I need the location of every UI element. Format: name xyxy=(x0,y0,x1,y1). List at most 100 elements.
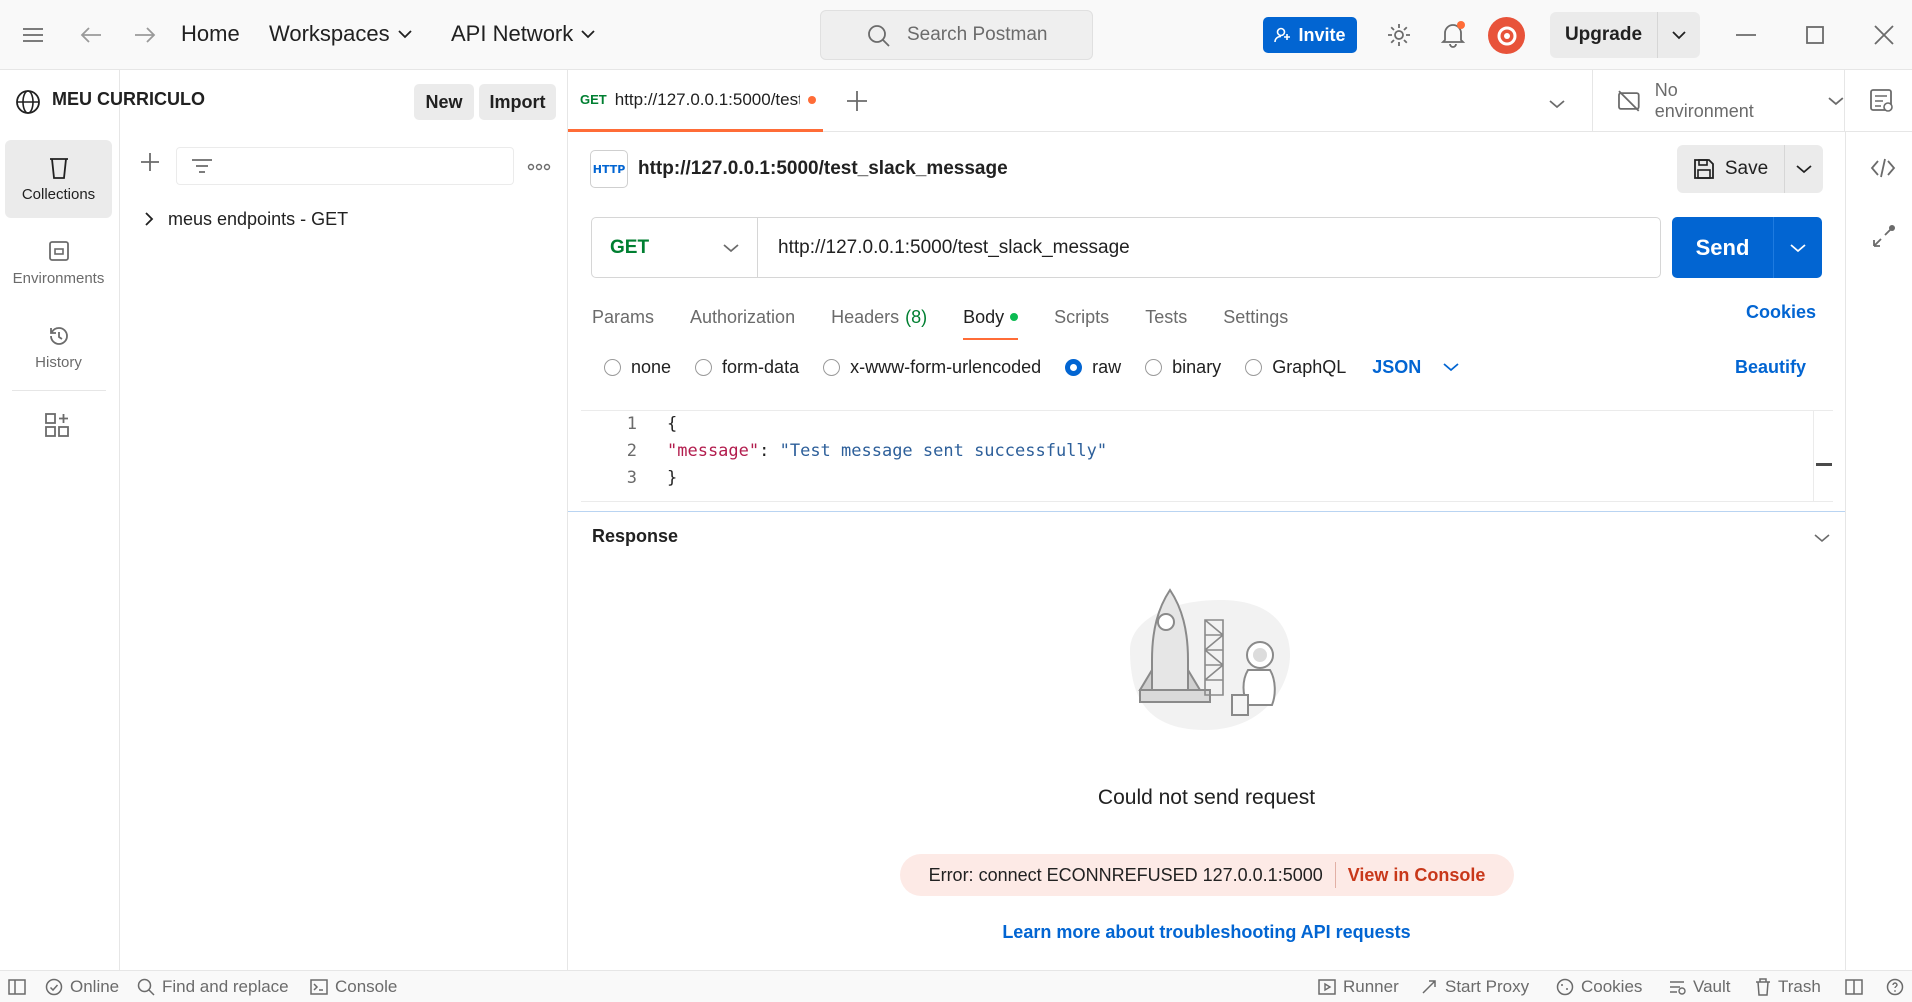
hamburger-menu-icon[interactable] xyxy=(19,21,47,49)
rail-item-collections[interactable]: Collections xyxy=(5,140,112,218)
tab-label: Authorization xyxy=(690,306,796,327)
workspace-header: MEU CURRICULO New Import xyxy=(16,70,568,132)
avatar[interactable] xyxy=(1488,17,1525,54)
search-input[interactable]: Search Postman xyxy=(820,10,1093,60)
back-arrow-icon[interactable] xyxy=(77,21,105,49)
history-icon xyxy=(49,326,68,345)
add-apps-icon[interactable] xyxy=(44,412,70,443)
tab-label: Headers xyxy=(831,306,900,327)
environment-selector[interactable]: No environment xyxy=(1592,70,1844,132)
url-bar: GET http://127.0.0.1:5000/test_slack_mes… xyxy=(591,217,1661,278)
scrollbar-thumb[interactable] xyxy=(1816,463,1832,466)
error-banner: Error: connect ECONNREFUSED 127.0.0.1:50… xyxy=(900,854,1514,896)
search-icon xyxy=(868,25,890,47)
more-options-icon[interactable] xyxy=(527,158,551,176)
new-button[interactable]: New xyxy=(414,84,474,120)
vault-button[interactable]: Vault xyxy=(1668,971,1731,1002)
online-status[interactable]: Online xyxy=(45,971,119,1002)
vault-icon xyxy=(1670,981,1686,995)
start-proxy-button[interactable]: Start Proxy xyxy=(1420,971,1529,1002)
radio-none[interactable]: none xyxy=(604,357,671,378)
body-code-editor[interactable]: 1 { 2 "message": "Test message sent succ… xyxy=(581,410,1833,502)
tabbar-divider xyxy=(1844,70,1845,132)
view-in-console-link[interactable]: View in Console xyxy=(1348,865,1486,886)
json-value: "Test message sent successfully" xyxy=(779,441,1108,461)
home-link[interactable]: Home xyxy=(181,21,240,47)
import-button[interactable]: Import xyxy=(479,84,556,120)
request-tab-active[interactable]: GET http://127.0.0.1:5000/test_slack_mes… xyxy=(568,70,823,132)
environments-icon xyxy=(48,240,69,261)
maximize-icon[interactable] xyxy=(1801,21,1829,49)
new-tab-icon[interactable] xyxy=(846,90,868,117)
search-placeholder: Search Postman xyxy=(907,24,1048,45)
send-button[interactable]: Send xyxy=(1672,217,1774,278)
api-network-menu[interactable]: API Network xyxy=(451,21,595,47)
radio-graphql[interactable]: GraphQL xyxy=(1245,357,1346,378)
beautify-link[interactable]: Beautify xyxy=(1735,357,1806,378)
two-pane-layout-icon[interactable] xyxy=(1845,971,1863,1002)
trash-label: Trash xyxy=(1778,977,1821,996)
tab-body[interactable]: Body xyxy=(963,296,1019,340)
code-snippet-icon[interactable] xyxy=(1870,158,1896,183)
response-divider[interactable] xyxy=(568,511,1845,512)
rail-item-history[interactable]: History xyxy=(5,308,112,386)
workspaces-menu[interactable]: Workspaces xyxy=(269,21,412,47)
save-dropdown-button[interactable] xyxy=(1785,145,1823,193)
console-button[interactable]: Console xyxy=(310,971,397,1002)
request-name[interactable]: http://127.0.0.1:5000/test_slack_message xyxy=(638,158,1008,180)
collection-filter-input[interactable] xyxy=(176,147,514,185)
invite-button[interactable]: Invite xyxy=(1263,17,1357,53)
send-group: Send xyxy=(1672,217,1822,278)
tab-scripts[interactable]: Scripts xyxy=(1054,296,1109,338)
tabs-dropdown-icon[interactable] xyxy=(1549,96,1565,114)
tab-settings[interactable]: Settings xyxy=(1223,296,1288,338)
method-select[interactable]: GET xyxy=(592,218,758,277)
response-collapse-icon[interactable] xyxy=(1814,530,1830,548)
notifications-bell-icon[interactable] xyxy=(1439,21,1467,49)
error-detail: Error: connect ECONNREFUSED 127.0.0.1:50… xyxy=(928,864,1323,885)
chevron-down-icon xyxy=(581,30,595,39)
chevron-down-icon xyxy=(1443,363,1459,372)
upgrade-button[interactable]: Upgrade xyxy=(1550,12,1658,58)
format-select[interactable]: JSON xyxy=(1372,357,1459,378)
runner-button[interactable]: Runner xyxy=(1318,971,1399,1002)
headers-count: (8) xyxy=(905,306,928,327)
minimize-icon[interactable] xyxy=(1732,21,1760,49)
settings-gear-icon[interactable] xyxy=(1385,21,1413,49)
radio-urlencoded[interactable]: x-www-form-urlencoded xyxy=(823,357,1041,378)
online-label: Online xyxy=(70,977,120,996)
learn-more-text[interactable]: Learn more about troubleshooting API req… xyxy=(1002,922,1410,942)
tab-label: Params xyxy=(592,306,655,327)
toggle-sidebar-icon[interactable] xyxy=(8,971,26,1002)
save-group: Save xyxy=(1677,145,1823,193)
radio-circle xyxy=(1145,358,1163,376)
line-number: 1 xyxy=(626,414,637,434)
url-input[interactable]: http://127.0.0.1:5000/test_slack_message xyxy=(758,237,1660,259)
radio-form-data[interactable]: form-data xyxy=(695,357,799,378)
upgrade-dropdown-button[interactable] xyxy=(1658,12,1700,58)
save-button[interactable]: Save xyxy=(1677,145,1785,193)
forward-arrow-icon[interactable] xyxy=(131,21,159,49)
editor-scrollbar[interactable] xyxy=(1813,411,1833,501)
radio-raw[interactable]: raw xyxy=(1065,357,1121,378)
radio-binary[interactable]: binary xyxy=(1145,357,1221,378)
tab-params[interactable]: Params xyxy=(592,296,654,338)
rail-item-environments[interactable]: Environments xyxy=(5,224,112,302)
cookies-button[interactable]: Cookies xyxy=(1556,971,1642,1002)
cookies-link[interactable]: Cookies xyxy=(1746,302,1816,323)
tab-authorization[interactable]: Authorization xyxy=(690,296,795,338)
add-collection-icon[interactable] xyxy=(140,152,160,177)
find-replace-button[interactable]: Find and replace xyxy=(137,971,289,1002)
help-icon[interactable] xyxy=(1886,971,1904,1002)
collection-item[interactable]: meus endpoints - GET xyxy=(144,204,348,234)
tab-tests[interactable]: Tests xyxy=(1145,296,1187,338)
tab-headers[interactable]: Headers (8) xyxy=(831,296,927,338)
expand-panel-icon[interactable] xyxy=(1870,224,1896,255)
rail-divider xyxy=(12,390,106,391)
environment-quick-look-icon[interactable] xyxy=(1869,88,1895,119)
tab-method: GET xyxy=(580,92,607,107)
send-dropdown-button[interactable] xyxy=(1774,217,1822,278)
trash-button[interactable]: Trash xyxy=(1755,971,1821,1002)
console-label: Console xyxy=(335,977,398,996)
close-window-icon[interactable] xyxy=(1870,21,1898,49)
